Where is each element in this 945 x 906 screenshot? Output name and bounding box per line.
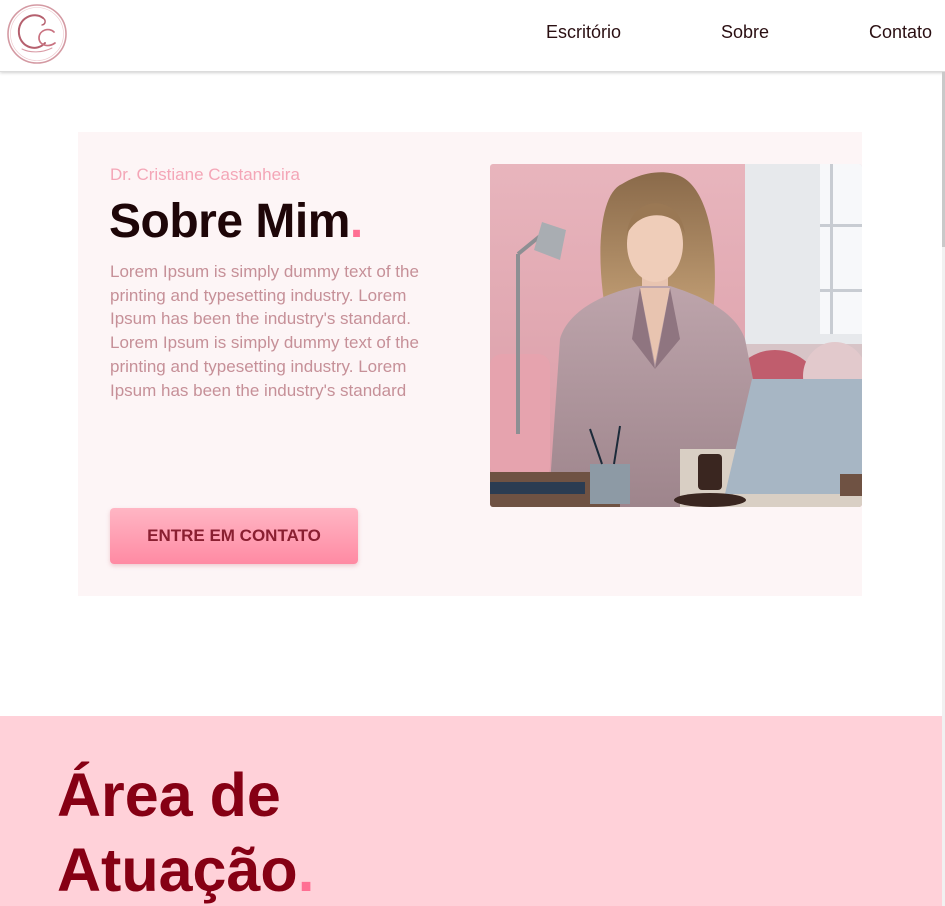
practice-areas-title-line1: Área de: [57, 761, 281, 829]
practice-areas-section: Área de Atuação.: [0, 716, 942, 906]
nav-link-sobre[interactable]: Sobre: [721, 22, 769, 43]
about-title-text: Sobre Mim: [109, 195, 350, 248]
author-name: Dr. Cristiane Castanheira: [110, 165, 300, 184]
practice-areas-title: Área de Atuação.: [57, 758, 315, 906]
practice-areas-title-line2: Atuação: [57, 836, 298, 904]
lawyer-photo: [490, 164, 862, 507]
about-description: Lorem Ipsum is simply dummy text of the …: [110, 262, 419, 400]
logo-icon[interactable]: [6, 3, 68, 65]
nav-link-escritorio[interactable]: Escritório: [546, 22, 621, 43]
nav-link-contato[interactable]: Contato: [869, 22, 932, 43]
site-header: Escritório Sobre Contato: [0, 0, 945, 72]
title-accent-dot: .: [349, 195, 363, 248]
about-title: Sobre Mim.: [109, 194, 363, 249]
about-section: Dr. Cristiane Castanheira Sobre Mim. Lor…: [78, 132, 862, 596]
practice-areas-accent-dot: .: [297, 836, 315, 904]
contact-button[interactable]: ENTRE EM CONTATO: [110, 508, 358, 564]
